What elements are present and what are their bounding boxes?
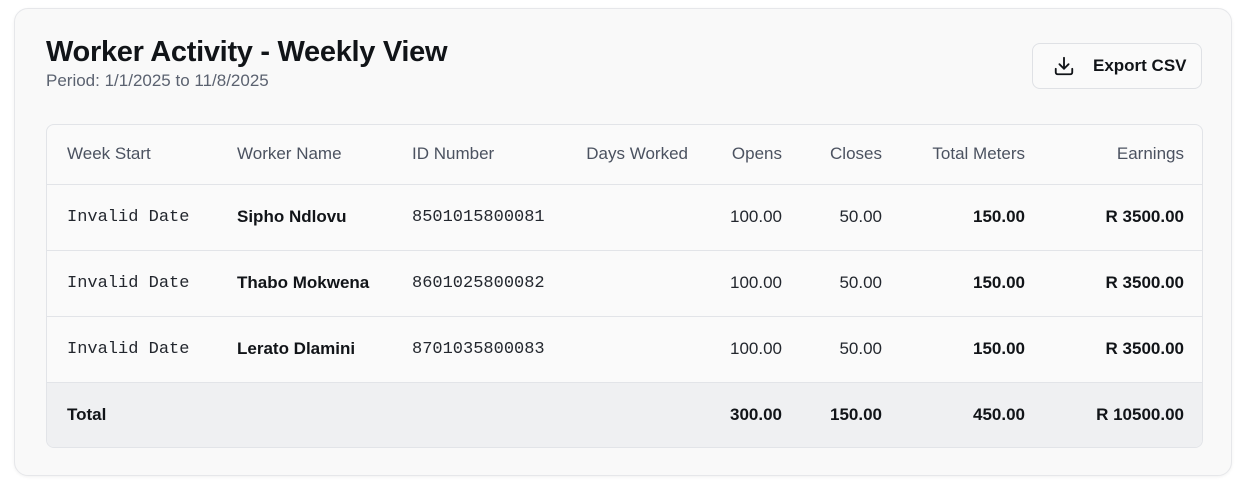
total-earnings: R 10500.00 xyxy=(1096,404,1184,424)
activity-table-container: Week Start Worker Name ID Number Days Wo… xyxy=(46,124,1203,448)
table-row: Invalid Date Lerato Dlamini 870103580008… xyxy=(47,316,1202,383)
activity-table: Week Start Worker Name ID Number Days Wo… xyxy=(47,125,1202,447)
table-header-row: Week Start Worker Name ID Number Days Wo… xyxy=(47,125,1202,185)
column-header-earnings: Earnings xyxy=(1045,125,1202,185)
total-empty-cell xyxy=(217,382,392,447)
column-header-closes: Closes xyxy=(802,125,902,185)
cell-week-start: Invalid Date xyxy=(47,316,217,383)
total-closes: 150.00 xyxy=(830,404,882,424)
cell-id-number: 8501015800081 xyxy=(392,184,577,251)
column-header-opens: Opens xyxy=(702,125,802,185)
total-meters: 450.00 xyxy=(973,404,1025,424)
table-row: Invalid Date Thabo Mokwena 8601025800082… xyxy=(47,250,1202,317)
cell-earnings: R 3500.00 xyxy=(1045,316,1202,383)
column-header-id-number: ID Number xyxy=(392,125,577,185)
cell-id-number: 8701035800083 xyxy=(392,316,577,383)
cell-closes: 50.00 xyxy=(802,250,902,317)
cell-earnings: R 3500.00 xyxy=(1045,184,1202,251)
period-label: Period: 1/1/2025 to 11/8/2025 xyxy=(46,71,269,90)
cell-opens: 100.00 xyxy=(702,316,802,383)
column-header-days-worked: Days Worked xyxy=(577,125,702,185)
cell-week-start: Invalid Date xyxy=(47,250,217,317)
cell-week-start: Invalid Date xyxy=(47,184,217,251)
cell-total-meters: 150.00 xyxy=(902,250,1045,317)
table-row: Invalid Date Sipho Ndlovu 8501015800081 … xyxy=(47,184,1202,251)
total-empty-cell xyxy=(577,382,702,447)
column-header-total-meters: Total Meters xyxy=(902,125,1045,185)
download-icon xyxy=(1053,55,1075,77)
total-label: Total xyxy=(67,404,107,424)
column-header-week-start: Week Start xyxy=(47,125,217,185)
cell-worker-name: Thabo Mokwena xyxy=(217,250,392,317)
cell-opens: 100.00 xyxy=(702,250,802,317)
cell-worker-name: Sipho Ndlovu xyxy=(217,184,392,251)
total-opens: 300.00 xyxy=(730,404,782,424)
export-csv-label: Export CSV xyxy=(1093,56,1187,75)
cell-closes: 50.00 xyxy=(802,184,902,251)
cell-days-worked xyxy=(577,250,702,317)
cell-worker-name: Lerato Dlamini xyxy=(217,316,392,383)
cell-total-meters: 150.00 xyxy=(902,316,1045,383)
worker-activity-card: Worker Activity - Weekly View Period: 1/… xyxy=(14,8,1232,476)
column-header-worker-name: Worker Name xyxy=(217,125,392,185)
page-title: Worker Activity - Weekly View xyxy=(46,36,448,68)
table-total-row: Total 300.00 150.00 450.00 R 10500.00 xyxy=(47,382,1202,447)
cell-days-worked xyxy=(577,316,702,383)
cell-opens: 100.00 xyxy=(702,184,802,251)
cell-earnings: R 3500.00 xyxy=(1045,250,1202,317)
cell-days-worked xyxy=(577,184,702,251)
export-csv-button[interactable]: Export CSV xyxy=(1032,43,1202,89)
cell-closes: 50.00 xyxy=(802,316,902,383)
cell-id-number: 8601025800082 xyxy=(392,250,577,317)
cell-total-meters: 150.00 xyxy=(902,184,1045,251)
total-empty-cell xyxy=(392,382,577,447)
